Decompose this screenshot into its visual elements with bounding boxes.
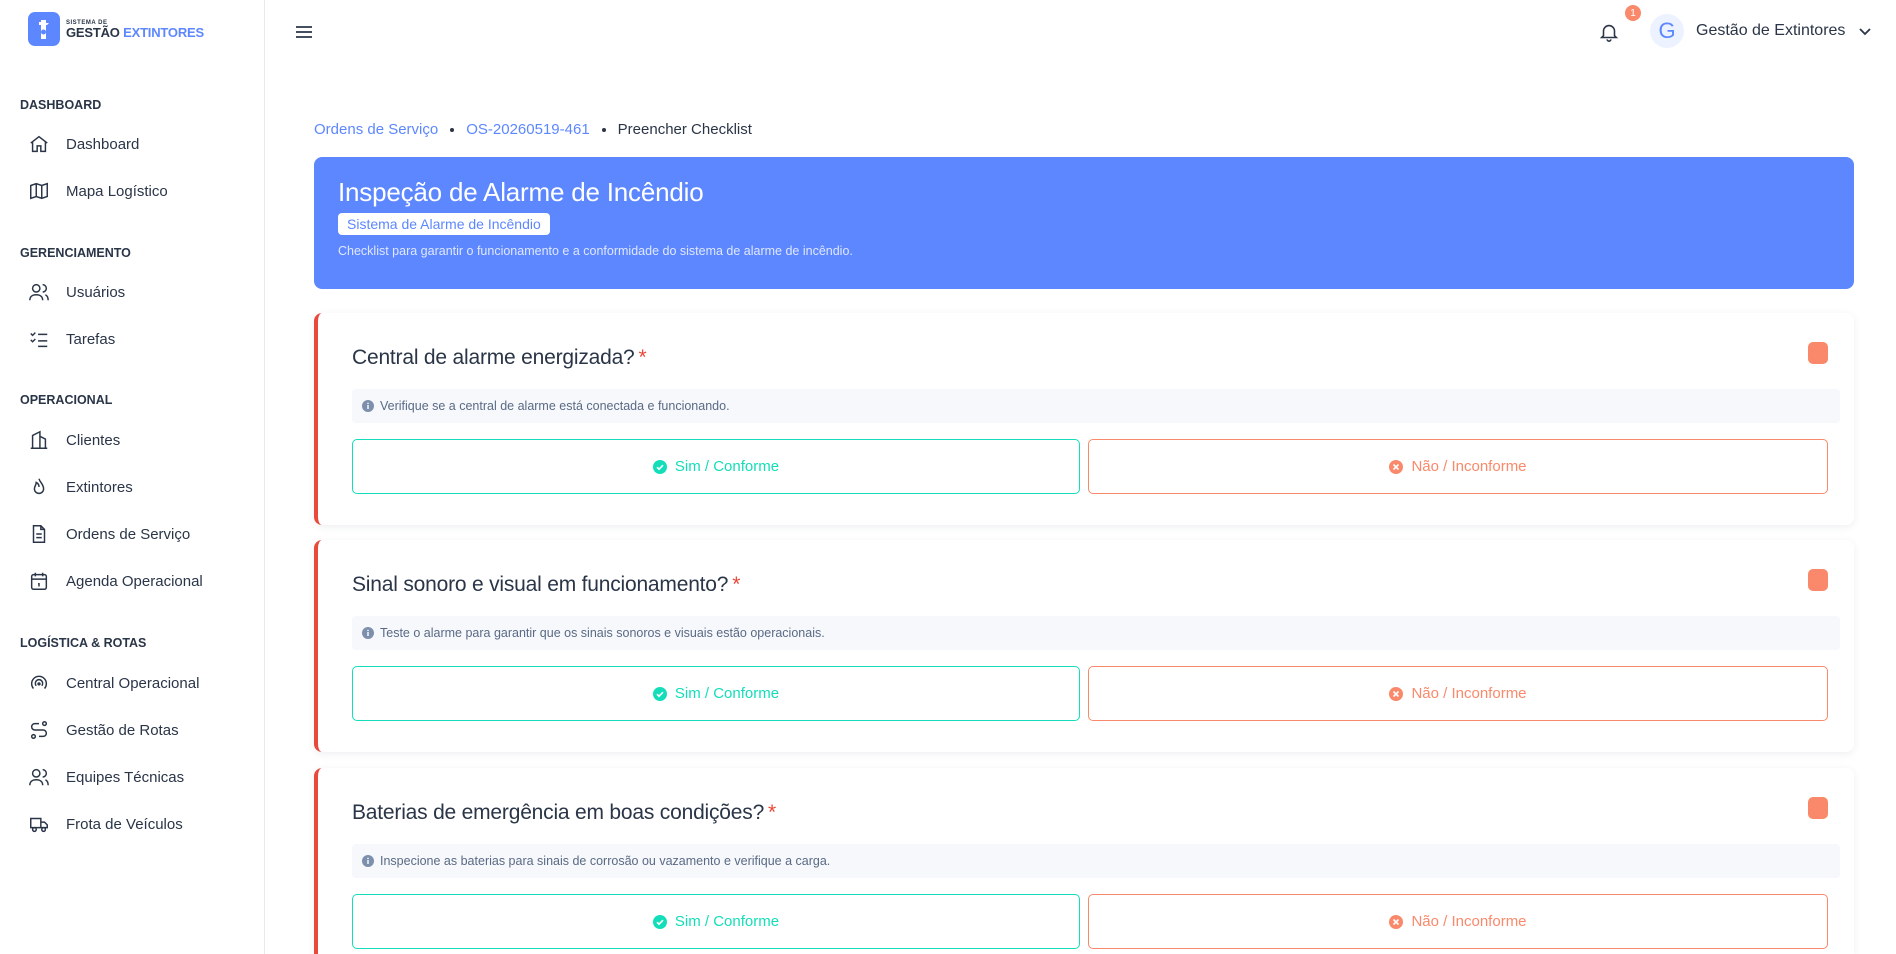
- sidebar-item-label: Clientes: [66, 431, 121, 449]
- menu-icon: [296, 26, 312, 38]
- sidebar-item-tarefas[interactable]: Tarefas: [28, 321, 248, 357]
- hamburger-menu-button[interactable]: [293, 22, 315, 42]
- app-logo[interactable]: SISTEMA DE GESTÃO EXTINTORES: [28, 12, 204, 46]
- info-icon: [362, 627, 374, 639]
- answer-yes-button[interactable]: Sim / Conforme: [352, 439, 1080, 494]
- breadcrumb-separator: [450, 127, 455, 132]
- flame-icon: [33, 478, 45, 495]
- notification-badge: 1: [1625, 5, 1641, 21]
- checklist-description: Checklist para garantir o funcionamento …: [338, 244, 853, 258]
- sidebar-item-ordens-de-servico[interactable]: Ordens de Serviço: [28, 516, 248, 552]
- sidebar-item-gestao-de-rotas[interactable]: Gestão de Rotas: [28, 712, 248, 748]
- nav-section-gerenciamento: GERENCIAMENTO: [20, 246, 131, 260]
- home-icon: [30, 135, 48, 153]
- x-circle-icon: [1389, 459, 1404, 474]
- notifications-button[interactable]: [1598, 21, 1620, 43]
- breadcrumb-link-os[interactable]: OS-20260519-461: [466, 121, 589, 138]
- extinguisher-logo-icon: [28, 12, 60, 46]
- checklist-banner: Inspeção de Alarme de Incêndio Sistema d…: [314, 157, 1854, 289]
- question-card: Baterias de emergência em boas condições…: [314, 768, 1854, 954]
- check-circle-icon: [652, 459, 667, 474]
- sidebar-item-equipes-tecnicas[interactable]: Equipes Técnicas: [28, 759, 248, 795]
- list-check-icon: [30, 332, 48, 348]
- user-profile-menu[interactable]: G Gestão de Extintores: [1650, 14, 1873, 48]
- breadcrumb-separator: [601, 127, 606, 132]
- sidebar-item-label: Equipes Técnicas: [66, 768, 185, 786]
- question-card: Sinal sonoro e visual em funcionamento? *…: [314, 540, 1854, 752]
- truck-icon: [30, 817, 48, 833]
- map-icon: [30, 182, 48, 200]
- nav-section-logistica-rotas: LOGÍSTICA & ROTAS: [20, 636, 147, 650]
- sidebar-item-label: Gestão de Rotas: [66, 721, 179, 739]
- answer-yes-button[interactable]: Sim / Conforme: [352, 894, 1080, 949]
- avatar: G: [1650, 14, 1684, 48]
- logo-main-text: GESTÃO EXTINTORES: [66, 24, 204, 40]
- sidebar-item-mapa-logistico[interactable]: Mapa Logístico: [28, 173, 248, 209]
- answer-no-button[interactable]: Não / Inconforme: [1088, 894, 1828, 949]
- sidebar-item-extintores[interactable]: Extintores: [28, 469, 248, 505]
- sidebar-item-label: Usuários: [66, 283, 126, 301]
- sidebar-item-label: Tarefas: [66, 330, 116, 348]
- breadcrumb-link-ordens[interactable]: Ordens de Serviço: [314, 121, 438, 138]
- sidebar-item-dashboard[interactable]: Dashboard: [28, 126, 248, 162]
- status-indicator: [1808, 569, 1828, 591]
- required-marker: *: [768, 801, 777, 824]
- x-circle-icon: [1389, 914, 1404, 929]
- route-icon: [30, 721, 48, 739]
- sidebar-item-label: Agenda Operacional: [66, 572, 203, 590]
- team-icon: [29, 768, 49, 786]
- question-hint: Verifique se a central de alarme está co…: [352, 389, 1840, 423]
- sidebar-item-label: Mapa Logístico: [66, 182, 168, 200]
- calendar-icon: [30, 572, 48, 590]
- sidebar-item-central-operacional[interactable]: Central Operacional: [28, 665, 248, 701]
- status-indicator: [1808, 797, 1828, 819]
- bell-icon: [1599, 24, 1619, 42]
- question-hint: Teste o alarme para garantir que os sina…: [352, 616, 1840, 650]
- x-circle-icon: [1389, 686, 1404, 701]
- breadcrumb: Ordens de Serviço OS-20260519-461 Preenc…: [314, 121, 752, 138]
- question-hint: Inspecione as baterias para sinais de co…: [352, 844, 1840, 878]
- nav-section-dashboard: DASHBOARD: [20, 98, 102, 112]
- info-icon: [362, 400, 374, 412]
- answer-yes-button[interactable]: Sim / Conforme: [352, 666, 1080, 721]
- sidebar-item-label: Dashboard: [66, 135, 140, 153]
- question-title: Sinal sonoro e visual em funcionamento? *: [352, 573, 741, 596]
- status-indicator: [1808, 342, 1828, 364]
- sidebar-item-clientes[interactable]: Clientes: [28, 422, 248, 458]
- sidebar: SISTEMA DE GESTÃO EXTINTORES DASHBOARD D…: [0, 0, 265, 954]
- breadcrumb-current: Preencher Checklist: [617, 121, 752, 138]
- users-icon: [29, 283, 49, 301]
- file-text-icon: [32, 525, 46, 543]
- user-name: Gestão de Extintores: [1696, 22, 1846, 39]
- question-card: Central de alarme energizada? * Verifique…: [314, 313, 1854, 525]
- answer-no-button[interactable]: Não / Inconforme: [1088, 439, 1828, 494]
- system-tag: Sistema de Alarme de Incêndio: [338, 213, 550, 235]
- required-marker: *: [732, 573, 741, 596]
- sidebar-item-usuarios[interactable]: Usuários: [28, 274, 248, 310]
- info-icon: [362, 855, 374, 867]
- check-circle-icon: [652, 686, 667, 701]
- question-title: Baterias de emergência em boas condições…: [352, 801, 777, 824]
- sidebar-item-label: Ordens de Serviço: [66, 525, 191, 543]
- sidebar-item-agenda-operacional[interactable]: Agenda Operacional: [28, 563, 248, 599]
- check-circle-icon: [652, 914, 667, 929]
- question-title: Central de alarme energizada? *: [352, 346, 647, 369]
- broadcast-icon: [30, 675, 48, 689]
- answer-no-button[interactable]: Não / Inconforme: [1088, 666, 1828, 721]
- page-title: Inspeção de Alarme de Incêndio: [338, 177, 704, 207]
- required-marker: *: [638, 346, 647, 369]
- sidebar-item-label: Central Operacional: [66, 674, 200, 692]
- nav-section-operacional: OPERACIONAL: [20, 393, 113, 407]
- sidebar-item-label: Frota de Veículos: [66, 815, 183, 833]
- chevron-down-icon: [1859, 28, 1872, 36]
- building-icon: [30, 430, 48, 449]
- sidebar-item-label: Extintores: [66, 478, 133, 496]
- sidebar-item-frota-de-veiculos[interactable]: Frota de Veículos: [28, 806, 248, 842]
